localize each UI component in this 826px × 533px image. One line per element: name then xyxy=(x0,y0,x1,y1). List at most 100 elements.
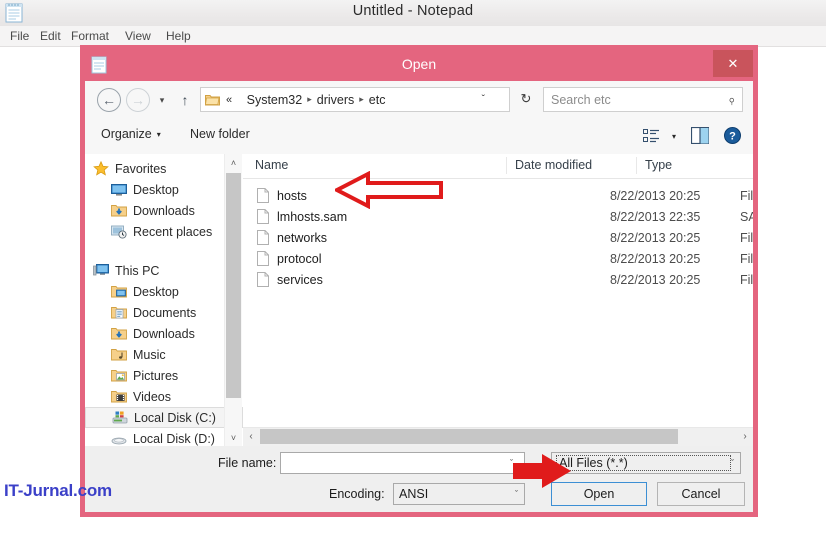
sidebar-item-downloads[interactable]: Downloads xyxy=(85,200,243,221)
back-button[interactable]: ← xyxy=(97,88,121,112)
sidebar-item-recent-places[interactable]: Recent places xyxy=(85,221,243,242)
sidebar-item-favorites[interactable]: Favorites xyxy=(85,158,243,179)
sidebar-item-local-disk-d[interactable]: Local Disk (D:) xyxy=(85,428,243,446)
table-row[interactable]: lmhosts.sam 8/22/2013 22:35 SAM File xyxy=(243,206,753,227)
sidebar-item-label: Local Disk (D:) xyxy=(133,431,215,446)
navigation-pane-scrollbar[interactable]: ˄ ˅ xyxy=(224,154,242,446)
file-icon xyxy=(257,209,269,224)
nav-group-favorites: Favorites Desktop Downloads Recent place… xyxy=(85,158,243,242)
scroll-left-icon[interactable]: ‹ xyxy=(243,428,259,445)
dialog-title: Open xyxy=(401,56,437,72)
table-row[interactable]: services 8/22/2013 20:25 File xyxy=(243,269,753,290)
arrow-pointing-at-filetype xyxy=(513,454,571,488)
scroll-down-icon[interactable]: ˅ xyxy=(225,429,242,446)
column-divider[interactable] xyxy=(636,157,637,174)
open-file-dialog: Open ✕ ← → ▾ ↑ « x System32 ▸ drivers ▸ … xyxy=(80,45,758,517)
organize-label: Organize xyxy=(101,127,152,141)
file-list-pane: Name Date modified Type hosts 8/22/2013 … xyxy=(243,154,753,446)
column-header-row: Name Date modified Type xyxy=(243,154,753,179)
file-type: File xyxy=(740,251,753,266)
column-divider[interactable] xyxy=(506,157,507,174)
menu-file[interactable]: File xyxy=(5,28,34,44)
menu-format[interactable]: Format xyxy=(66,28,114,44)
address-breadcrumb-bar[interactable]: « x System32 ▸ drivers ▸ etc ˇ xyxy=(200,87,510,112)
file-name: hosts xyxy=(277,188,307,203)
sidebar-item-downloads-pc[interactable]: Downloads xyxy=(85,323,243,344)
documents-icon xyxy=(111,307,127,319)
sidebar-item-desktop-pc[interactable]: Desktop xyxy=(85,281,243,302)
scroll-right-icon[interactable]: › xyxy=(737,428,753,445)
downloads-icon xyxy=(111,205,127,217)
scrollbar-thumb[interactable] xyxy=(260,429,678,444)
breadcrumb-separator: ▸ xyxy=(307,94,312,104)
search-input[interactable]: Search etc ⌕ xyxy=(543,87,743,112)
file-type: SAM File xyxy=(740,209,753,224)
pictures-icon xyxy=(111,370,127,382)
file-list-horizontal-scrollbar[interactable]: ‹ › xyxy=(243,427,753,446)
notepad-menubar: File Edit Format View Help xyxy=(0,26,826,47)
help-icon[interactable]: ? xyxy=(724,127,741,144)
notepad-window-title: Untitled - Notepad xyxy=(352,3,474,19)
this-pc-icon xyxy=(93,264,109,276)
new-folder-button[interactable]: New folder xyxy=(190,127,250,141)
sidebar-item-label: Videos xyxy=(133,389,171,404)
sidebar-item-pictures[interactable]: Pictures xyxy=(85,365,243,386)
sidebar-item-videos[interactable]: Videos xyxy=(85,386,243,407)
file-type: File xyxy=(740,188,753,203)
svg-text:?: ? xyxy=(729,131,736,143)
menu-view[interactable]: View xyxy=(120,28,156,44)
file-name-input[interactable] xyxy=(280,452,525,474)
sidebar-item-this-pc[interactable]: This PC xyxy=(85,260,243,281)
address-chevron-down-icon[interactable]: ˇ xyxy=(482,94,485,105)
file-type: File xyxy=(740,272,753,287)
menu-edit[interactable]: Edit xyxy=(35,28,66,44)
sidebar-item-desktop[interactable]: Desktop xyxy=(85,179,243,200)
file-name: lmhosts.sam xyxy=(277,209,348,224)
column-header-type[interactable]: Type xyxy=(645,158,672,172)
dialog-footer: File name: ˇ All Files (*.*) ˇ Encoding:… xyxy=(85,446,753,512)
sidebar-item-music[interactable]: Music xyxy=(85,344,243,365)
address-bar-row: ← → ▾ ↑ « x System32 ▸ drivers ▸ etc ˇ ↻… xyxy=(85,81,753,120)
scroll-up-icon[interactable]: ˄ xyxy=(225,154,242,171)
menu-help[interactable]: Help xyxy=(161,28,196,44)
table-row[interactable]: protocol 8/22/2013 20:25 File xyxy=(243,248,753,269)
sidebar-item-label: Downloads xyxy=(133,326,195,341)
cancel-button[interactable]: Cancel xyxy=(657,482,745,506)
file-date: 8/22/2013 22:35 xyxy=(610,209,701,224)
file-type-value: All Files (*.*) xyxy=(556,455,731,471)
search-placeholder: Search etc xyxy=(551,92,611,107)
scrollbar-thumb[interactable] xyxy=(226,173,241,398)
file-type: File xyxy=(740,230,753,245)
videos-icon xyxy=(111,391,127,403)
file-date: 8/22/2013 20:25 xyxy=(610,188,701,203)
forward-button[interactable]: → xyxy=(126,88,150,112)
breadcrumb-prefix: « xyxy=(226,93,233,106)
sidebar-item-label: Music xyxy=(133,347,166,362)
column-header-date-modified[interactable]: Date modified xyxy=(515,158,592,172)
breadcrumb-drivers[interactable]: drivers xyxy=(316,93,356,107)
encoding-select[interactable]: ANSI ˇ xyxy=(393,483,525,505)
sidebar-item-label: Recent places xyxy=(133,224,213,239)
sidebar-item-label: Downloads xyxy=(133,203,195,218)
recent-locations-chevron-down-icon[interactable]: ▾ xyxy=(156,95,168,105)
file-type-select[interactable]: All Files (*.*) ˇ xyxy=(551,452,741,474)
breadcrumb-etc[interactable]: etc xyxy=(368,93,387,107)
preview-pane-icon[interactable] xyxy=(691,127,709,144)
watermark-text: IT-Jurnal.com xyxy=(4,481,112,500)
sidebar-item-label: Documents xyxy=(133,305,197,320)
breadcrumb-system32[interactable]: System32 xyxy=(246,93,304,107)
close-icon[interactable]: ✕ xyxy=(713,50,753,77)
file-name-label: File name: xyxy=(218,456,277,470)
refresh-icon[interactable]: ↻ xyxy=(517,90,535,108)
folder-icon xyxy=(205,95,220,106)
table-row[interactable]: networks 8/22/2013 20:25 File xyxy=(243,227,753,248)
sidebar-item-documents[interactable]: Documents xyxy=(85,302,243,323)
up-one-level-button[interactable]: ↑ xyxy=(177,92,193,108)
arrow-pointing-at-hosts xyxy=(335,171,443,209)
sidebar-item-local-disk-c[interactable]: Local Disk (C:) xyxy=(85,407,243,428)
column-header-name[interactable]: Name xyxy=(255,158,288,172)
organize-button[interactable]: Organize ▾ xyxy=(101,127,161,141)
table-row[interactable]: hosts 8/22/2013 20:25 File xyxy=(243,185,753,206)
view-options-icon[interactable] xyxy=(643,128,660,144)
view-chevron-down-icon[interactable]: ▾ xyxy=(672,132,676,141)
